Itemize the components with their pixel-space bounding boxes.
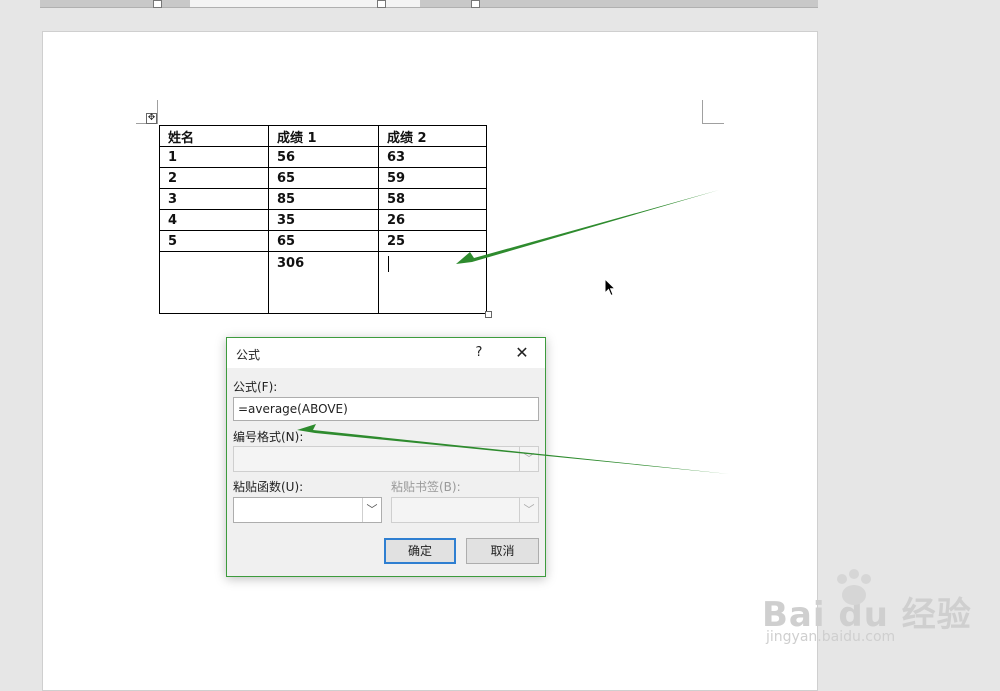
table-cell[interactable]: 58 xyxy=(378,188,487,210)
horizontal-ruler xyxy=(40,0,818,8)
table-cell[interactable]: 35 xyxy=(268,209,379,231)
table-resize-handle[interactable] xyxy=(485,311,492,318)
chevron-down-icon: ﹀ xyxy=(362,498,381,522)
table-cell[interactable]: 85 xyxy=(268,188,379,210)
ruler-marker-left[interactable] xyxy=(153,0,162,8)
help-button[interactable]: ? xyxy=(470,343,488,363)
table-total-row: 306 xyxy=(159,251,487,314)
grades-table: 姓名 成绩 1 成绩 2 1 56 63 2 65 59 3 85 58 4 3… xyxy=(159,125,487,314)
table-row: 5 65 25 xyxy=(159,230,487,252)
table-header-row: 姓名 成绩 1 成绩 2 xyxy=(159,125,487,147)
table-cell[interactable]: 56 xyxy=(268,146,379,168)
paste-bookmark-select[interactable]: ﹀ xyxy=(391,497,539,523)
formula-dialog: 公式 ? ✕ 公式(F): =average(ABOVE) 编号格式(N): ﹀… xyxy=(226,337,546,577)
header-cell-name[interactable]: 姓名 xyxy=(159,125,269,147)
paste-function-select[interactable]: ﹀ xyxy=(233,497,382,523)
margin-corner-right xyxy=(702,100,724,124)
table-cell[interactable]: 2 xyxy=(159,167,269,189)
move-icon[interactable]: ✥ xyxy=(146,113,157,124)
table-row: 3 85 58 xyxy=(159,188,487,210)
chevron-down-icon: ﹀ xyxy=(519,498,538,522)
table-cell[interactable]: 59 xyxy=(378,167,487,189)
arrow-cursor-icon xyxy=(604,278,616,297)
table-cell[interactable]: 4 xyxy=(159,209,269,231)
table-row: 2 65 59 xyxy=(159,167,487,189)
formula-label: 公式(F): xyxy=(233,380,278,394)
table-cell-active[interactable] xyxy=(378,251,487,314)
text-cursor xyxy=(388,256,389,272)
dialog-titlebar: 公式 ? ✕ xyxy=(227,338,545,368)
close-button[interactable]: ✕ xyxy=(510,343,534,363)
number-format-select[interactable]: ﹀ xyxy=(233,446,539,472)
table-cell[interactable]: 26 xyxy=(378,209,487,231)
paw-icon xyxy=(837,569,871,605)
cancel-button[interactable]: 取消 xyxy=(466,538,539,564)
header-cell-score2[interactable]: 成绩 2 xyxy=(378,125,487,147)
paste-bookmark-label: 粘贴书签(B): xyxy=(391,480,461,494)
table-row: 1 56 63 xyxy=(159,146,487,168)
table-cell-sum[interactable]: 306 xyxy=(268,251,379,314)
ruler-marker-right[interactable] xyxy=(471,0,480,8)
table-cell[interactable]: 1 xyxy=(159,146,269,168)
ok-button[interactable]: 确定 xyxy=(384,538,456,564)
table-cell[interactable]: 65 xyxy=(268,167,379,189)
paste-function-label: 粘贴函数(U): xyxy=(233,480,304,494)
table-cell-empty[interactable] xyxy=(159,251,269,314)
table-cell[interactable]: 63 xyxy=(378,146,487,168)
table-row: 4 35 26 xyxy=(159,209,487,231)
table-cell[interactable]: 5 xyxy=(159,230,269,252)
number-format-label: 编号格式(N): xyxy=(233,430,304,444)
watermark: Bai du 经验 jingyan.baidu.com xyxy=(762,569,972,645)
formula-input[interactable]: =average(ABOVE) xyxy=(233,397,539,421)
header-cell-score1[interactable]: 成绩 1 xyxy=(268,125,379,147)
table-cell[interactable]: 65 xyxy=(268,230,379,252)
chevron-down-icon: ﹀ xyxy=(519,447,538,471)
dialog-title: 公式 xyxy=(236,348,261,362)
table-cell[interactable]: 25 xyxy=(378,230,487,252)
ruler-marker-mid[interactable] xyxy=(377,0,386,8)
table-cell[interactable]: 3 xyxy=(159,188,269,210)
watermark-url: jingyan.baidu.com xyxy=(766,629,896,645)
